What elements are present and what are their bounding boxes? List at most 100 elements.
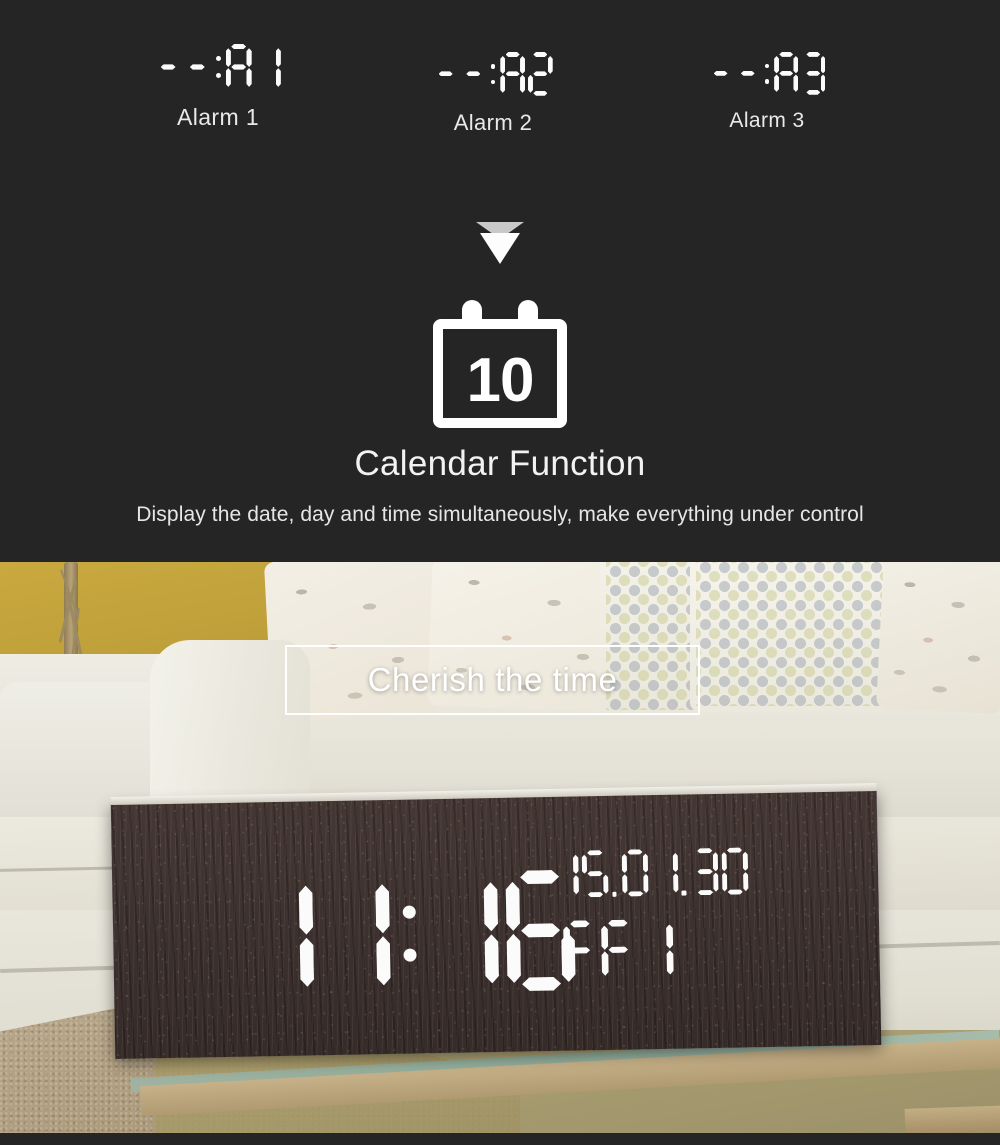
seven-segment-char <box>244 874 314 996</box>
segment-c <box>603 875 609 894</box>
segment-f <box>582 855 588 874</box>
clock-time-display <box>244 870 576 997</box>
seven-segment-colon <box>397 872 423 993</box>
segment-a <box>505 52 520 57</box>
segment-c <box>713 873 719 892</box>
segment-b <box>666 924 673 948</box>
pillow-leaf-pattern <box>880 562 1000 710</box>
segment-d <box>522 977 561 991</box>
seven-segment-char <box>639 919 674 979</box>
seven-segment-char <box>736 52 760 95</box>
segment-f <box>225 48 231 67</box>
segment-e <box>722 872 728 891</box>
segment-g <box>806 70 821 76</box>
seven-segment-char <box>461 52 486 96</box>
segment-c <box>246 68 252 87</box>
seven-segment-char <box>429 871 499 993</box>
segment-g <box>587 871 602 877</box>
segment-g <box>521 923 560 937</box>
segment-b <box>793 55 799 74</box>
segment-c <box>820 74 826 92</box>
segment-c <box>300 938 315 987</box>
segment-e <box>601 951 608 975</box>
segment-a <box>608 920 627 927</box>
seven-segment-char <box>774 52 799 95</box>
segment-g <box>466 71 481 77</box>
segment-c <box>743 872 749 891</box>
segment-a <box>533 52 548 57</box>
clock-date-display <box>552 847 749 897</box>
segment-c <box>573 875 579 894</box>
segment-f <box>506 882 521 931</box>
segment-c <box>376 936 391 985</box>
wooden-led-clock <box>110 783 882 1059</box>
segment-e <box>564 952 571 976</box>
segment-e <box>622 874 628 893</box>
pillow-dotted-right <box>690 562 890 712</box>
segment-b <box>246 48 252 67</box>
segment-g <box>189 64 205 70</box>
segment-b <box>299 886 314 935</box>
alarm-unit-2: Alarm 2 <box>393 52 593 136</box>
seven-segment-char <box>691 848 718 895</box>
seven-segment-char <box>622 849 649 896</box>
cherish-banner-text: Cherish the time <box>367 661 618 698</box>
seven-segment-char <box>552 850 579 897</box>
segment-c <box>485 934 500 983</box>
segment-c <box>673 873 679 892</box>
alarm-2-label: Alarm 2 <box>453 109 533 135</box>
segment-d <box>806 89 821 95</box>
segment-a <box>587 850 602 856</box>
seven-segment-colon <box>489 52 498 96</box>
colon-dot-1 <box>764 78 770 84</box>
segment-a <box>806 52 821 57</box>
segment-e <box>774 74 779 92</box>
seven-segment-char <box>255 44 281 90</box>
down-arrow-wrap <box>0 222 1000 268</box>
segment-a <box>697 848 712 854</box>
segment-b <box>643 854 649 873</box>
segment-e <box>507 934 522 983</box>
calendar-body: 10 <box>433 319 567 428</box>
seven-segment-char <box>581 850 608 897</box>
alarm-3-led-display <box>667 52 867 95</box>
seven-segment-char <box>801 52 826 95</box>
segment-b <box>742 852 748 871</box>
triangle-down-icon <box>476 222 524 268</box>
alarm-1-label: Alarm 1 <box>176 104 260 130</box>
calendar-day-number: 10 <box>466 346 535 415</box>
segment-g <box>438 71 453 77</box>
alarm-3-label: Alarm 3 <box>729 108 805 132</box>
pillow-dot-pattern <box>696 562 884 706</box>
segment-b <box>375 884 390 933</box>
segment-g <box>231 64 246 70</box>
seven-segment-period <box>611 850 619 897</box>
segment-a <box>779 52 793 57</box>
seven-segment-char <box>651 849 678 896</box>
segment-b <box>275 48 281 67</box>
segment-d <box>728 889 743 895</box>
segment-f <box>563 926 570 950</box>
segment-g <box>533 71 548 77</box>
segment-e <box>225 68 231 87</box>
segment-g <box>609 946 628 953</box>
segment-f <box>622 854 628 873</box>
calendar-function-subtitle: Display the date, day and time simultane… <box>136 503 864 526</box>
segment-g <box>740 70 755 76</box>
segment-g <box>779 70 793 76</box>
segment-g <box>160 64 176 70</box>
period-dot <box>681 890 687 896</box>
seven-segment-char <box>321 873 391 995</box>
seven-segment-char <box>500 52 525 96</box>
seven-segment-char <box>528 52 553 96</box>
segment-g <box>571 947 590 954</box>
segment-f <box>601 925 608 949</box>
calendar-function-title: Calendar Function <box>354 444 646 483</box>
segment-b <box>573 855 579 874</box>
product-feature-page: Alarm 1 Alarm 2 Alarm 3 10 Calendar Func… <box>0 0 1000 1145</box>
seven-segment-char <box>709 52 733 95</box>
colon-dot-0 <box>402 904 417 919</box>
seven-segment-char <box>601 919 636 979</box>
seven-segment-char <box>721 847 748 894</box>
segment-e <box>528 74 533 93</box>
